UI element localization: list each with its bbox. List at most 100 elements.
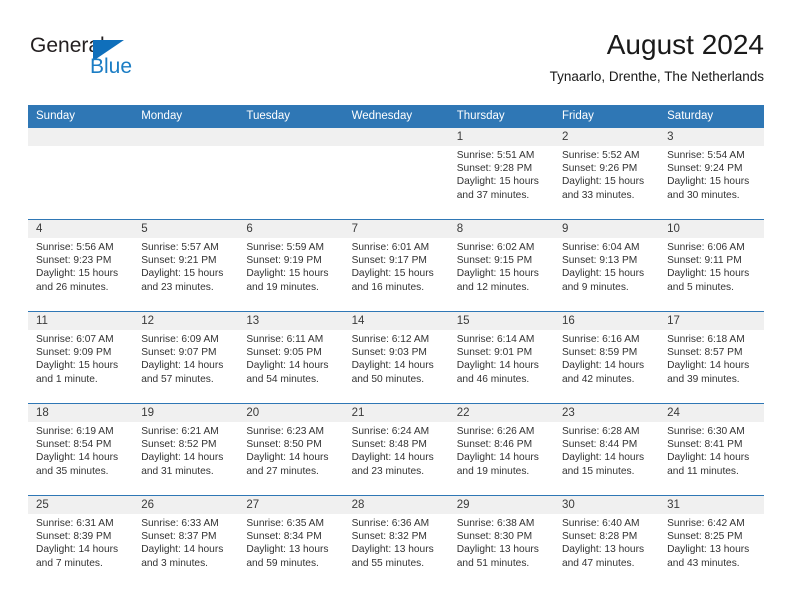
day-number[interactable]: 14 [343, 311, 449, 330]
day-cell[interactable]: Sunrise: 6:09 AM Sunset: 9:07 PM Daylight:… [133, 330, 239, 404]
general-blue-logo: General Blue [30, 34, 160, 90]
day-cell[interactable]: Sunrise: 6:06 AM Sunset: 9:11 PM Daylight:… [659, 238, 765, 312]
day-number[interactable]: 31 [659, 495, 765, 514]
day-detail-line: Daylight: 15 hours [667, 268, 750, 280]
week-daynumber-row: 25 26 27 28 29 30 31 [28, 495, 765, 514]
day-number[interactable]: 25 [28, 495, 134, 514]
day-number[interactable]: 17 [659, 311, 765, 330]
day-number[interactable]: 29 [448, 495, 554, 514]
day-detail-line: Sunrise: 6:09 AM [141, 334, 219, 345]
day-cell[interactable]: Sunrise: 6:28 AM Sunset: 8:44 PM Daylight:… [553, 422, 660, 496]
day-cell[interactable]: Sunrise: 6:19 AM Sunset: 8:54 PM Daylight:… [28, 422, 134, 496]
day-number[interactable]: 2 [553, 127, 660, 146]
day-detail-line: Sunset: 8:37 PM [141, 531, 217, 543]
day-cell[interactable]: Sunrise: 6:30 AM Sunset: 8:41 PM Daylight:… [659, 422, 765, 496]
day-detail-line: Daylight: 14 hours [141, 452, 224, 464]
day-cell[interactable]: Sunrise: 6:14 AM Sunset: 9:01 PM Daylight:… [448, 330, 554, 404]
day-cell[interactable]: Sunrise: 6:33 AM Sunset: 8:37 PM Daylight:… [133, 514, 239, 587]
day-cell[interactable]: Sunrise: 6:40 AM Sunset: 8:28 PM Daylight:… [553, 514, 660, 587]
day-number[interactable]: 24 [659, 403, 765, 422]
day-number[interactable]: 26 [133, 495, 239, 514]
day-detail-line: Sunrise: 5:57 AM [141, 242, 219, 253]
day-detail-line: Sunset: 8:50 PM [246, 439, 322, 451]
sunrise-sunset-calendar: Sunday Monday Tuesday Wednesday Thursday… [28, 105, 765, 587]
day-detail-line: and 11 minutes. [667, 465, 739, 477]
day-cell[interactable]: Sunrise: 6:16 AM Sunset: 8:59 PM Daylight:… [553, 330, 660, 404]
day-number[interactable]: 1 [448, 127, 554, 146]
day-cell[interactable]: Sunrise: 6:04 AM Sunset: 9:13 PM Daylight:… [553, 238, 660, 312]
day-cell[interactable]: Sunrise: 6:26 AM Sunset: 8:46 PM Daylight:… [448, 422, 554, 496]
day-detail-line: Daylight: 14 hours [561, 360, 645, 372]
day-detail-line: Sunset: 9:26 PM [561, 163, 638, 175]
day-detail-line: Sunset: 8:30 PM [456, 531, 533, 543]
day-cell[interactable]: Sunrise: 6:42 AM Sunset: 8:25 PM Daylight:… [659, 514, 765, 587]
day-number[interactable]: 12 [133, 311, 239, 330]
day-cell[interactable]: Sunrise: 5:59 AM Sunset: 9:19 PM Daylight:… [238, 238, 344, 312]
day-number[interactable]: 13 [238, 311, 344, 330]
day-cell[interactable]: Sunrise: 6:01 AM Sunset: 9:17 PM Daylight:… [343, 238, 449, 312]
day-cell[interactable]: Sunrise: 6:02 AM Sunset: 9:15 PM Daylight:… [448, 238, 554, 312]
day-number[interactable]: 16 [553, 311, 660, 330]
day-number[interactable]: 8 [448, 219, 554, 238]
day-number[interactable]: 19 [133, 403, 239, 422]
day-number[interactable]: 18 [28, 403, 134, 422]
day-detail-line: and 26 minutes. [36, 281, 109, 293]
day-detail-line: Sunset: 9:24 PM [667, 163, 743, 175]
day-detail-line: Daylight: 14 hours [351, 452, 434, 464]
day-detail-line: Sunset: 9:03 PM [351, 347, 427, 359]
day-cell[interactable]: Sunrise: 6:18 AM Sunset: 8:57 PM Daylight:… [659, 330, 765, 404]
day-number[interactable]: 23 [553, 403, 660, 422]
day-detail-line: and 12 minutes. [456, 281, 530, 293]
day-number[interactable]: 4 [28, 219, 134, 238]
day-number[interactable]: 21 [343, 403, 449, 422]
day-detail-line: Sunrise: 5:51 AM [456, 150, 535, 161]
day-number[interactable]: 28 [343, 495, 449, 514]
day-number[interactable]: 22 [448, 403, 554, 422]
day-detail-line: and 27 minutes. [246, 465, 319, 477]
day-number[interactable]: 6 [238, 219, 344, 238]
day-detail-line: Sunset: 9:15 PM [456, 255, 533, 267]
calendar-page: General Blue August 2024 Tynaarlo, Drent… [0, 0, 792, 612]
day-cell[interactable]: Sunrise: 5:52 AM Sunset: 9:26 PM Daylight:… [553, 146, 660, 220]
day-detail-line: Sunset: 9:05 PM [246, 347, 322, 359]
weekday-header-row: Sunday Monday Tuesday Wednesday Thursday… [28, 105, 765, 128]
day-detail-line: Sunset: 9:07 PM [141, 347, 217, 359]
day-detail-line: Daylight: 15 hours [36, 268, 119, 280]
day-detail-line: Sunset: 8:48 PM [351, 439, 427, 451]
day-number[interactable]: 20 [238, 403, 344, 422]
day-cell[interactable]: Sunrise: 6:35 AM Sunset: 8:34 PM Daylight:… [238, 514, 344, 587]
weekday-header-friday: Friday [553, 105, 660, 128]
day-cell[interactable]: Sunrise: 5:51 AM Sunset: 9:28 PM Daylight:… [448, 146, 554, 220]
day-cell[interactable]: Sunrise: 6:07 AM Sunset: 9:09 PM Daylight:… [28, 330, 134, 404]
day-cell[interactable]: Sunrise: 6:38 AM Sunset: 8:30 PM Daylight:… [448, 514, 554, 587]
day-cell[interactable]: Sunrise: 6:11 AM Sunset: 9:05 PM Daylight:… [238, 330, 344, 404]
day-number[interactable]: 15 [448, 311, 554, 330]
day-number[interactable]: 7 [343, 219, 449, 238]
day-cell[interactable]: Sunrise: 6:12 AM Sunset: 9:03 PM Daylight:… [343, 330, 449, 404]
day-cell[interactable]: Sunrise: 6:31 AM Sunset: 8:39 PM Daylight:… [28, 514, 134, 587]
day-detail-line: Sunrise: 6:16 AM [561, 334, 640, 345]
day-number[interactable]: 27 [238, 495, 344, 514]
day-cell[interactable]: Sunrise: 6:36 AM Sunset: 8:32 PM Daylight:… [343, 514, 449, 587]
week-detail-row: Sunrise: 6:07 AM Sunset: 9:09 PM Daylight:… [28, 330, 765, 404]
day-detail-line: Daylight: 14 hours [667, 360, 750, 372]
day-detail-line: Sunset: 8:28 PM [561, 531, 638, 543]
weekday-header-thursday: Thursday [448, 105, 554, 128]
day-cell[interactable]: Sunrise: 5:56 AM Sunset: 9:23 PM Daylight:… [28, 238, 134, 312]
day-number[interactable]: 9 [553, 219, 660, 238]
day-number[interactable]: 10 [659, 219, 765, 238]
day-number[interactable]: 30 [553, 495, 660, 514]
day-cell[interactable]: Sunrise: 5:54 AM Sunset: 9:24 PM Daylight:… [659, 146, 765, 220]
day-number[interactable]: 3 [659, 127, 765, 146]
day-cell[interactable]: Sunrise: 6:23 AM Sunset: 8:50 PM Daylight:… [238, 422, 344, 496]
day-cell[interactable]: Sunrise: 6:24 AM Sunset: 8:48 PM Daylight:… [343, 422, 449, 496]
day-number[interactable]: 5 [133, 219, 239, 238]
day-cell[interactable]: Sunrise: 6:21 AM Sunset: 8:52 PM Daylight:… [133, 422, 239, 496]
day-detail-line: and 19 minutes. [456, 465, 530, 477]
day-cell[interactable]: Sunrise: 5:57 AM Sunset: 9:21 PM Daylight:… [133, 238, 239, 312]
day-detail-line: Sunset: 9:28 PM [456, 163, 533, 175]
day-detail-line: Daylight: 14 hours [246, 452, 329, 464]
day-detail-line: Daylight: 14 hours [456, 360, 539, 372]
day-detail-line: Daylight: 14 hours [351, 360, 434, 372]
day-number[interactable]: 11 [28, 311, 134, 330]
